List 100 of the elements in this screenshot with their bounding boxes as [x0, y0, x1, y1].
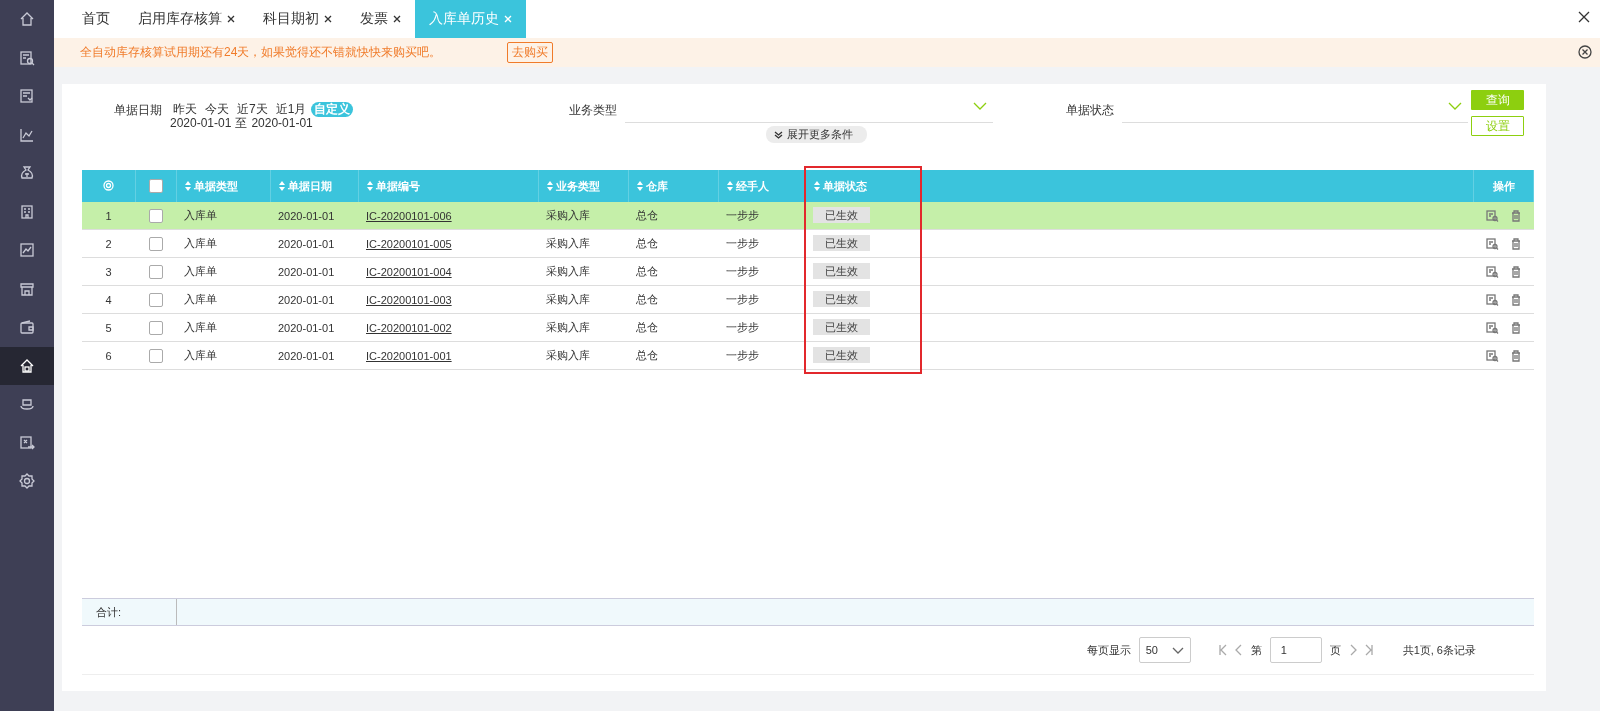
page-input[interactable]: 1	[1269, 637, 1322, 663]
tab[interactable]: 发票	[346, 0, 415, 38]
trash-icon[interactable]	[1511, 349, 1521, 362]
table-cell: 2020-01-01	[278, 321, 335, 334]
table-cell: 采购入库	[546, 293, 590, 305]
table-cell: 2020-01-01	[278, 293, 335, 306]
table-cell: 采购入库	[546, 209, 590, 221]
table-cell: 一步步	[726, 237, 759, 249]
building-icon	[18, 202, 36, 221]
table-cell: 2020-01-01	[278, 237, 335, 250]
row-number: 3	[105, 265, 112, 278]
status-badge: 已生效	[813, 207, 870, 223]
date-option[interactable]: 今天	[202, 102, 232, 117]
table-cell: 入库单	[184, 209, 217, 221]
table-cell: 采购入库	[546, 349, 590, 361]
column-header: 操作	[1492, 178, 1515, 194]
row-checkbox[interactable]	[148, 264, 163, 279]
document-number-link[interactable]: IC-20200101-001	[366, 349, 452, 362]
trial-message: 全自动库存核算试用期还有24天，如果觉得还不错就快快来购买吧。	[80, 44, 442, 61]
chevron-down-icon	[1171, 646, 1184, 654]
sort-icon	[726, 181, 733, 191]
close-icon	[227, 15, 235, 23]
trash-icon[interactable]	[1511, 237, 1521, 250]
settings-icon	[18, 472, 36, 491]
date-range-start: 2020-01-01	[170, 117, 232, 129]
table-cell: 入库单	[184, 265, 217, 277]
settings-icon	[102, 179, 114, 191]
trash-icon[interactable]	[1511, 209, 1521, 222]
table-cell: 采购入库	[546, 237, 590, 249]
trash-icon[interactable]	[1511, 293, 1521, 306]
sort-icon	[366, 181, 373, 191]
expand-conditions-button[interactable]: 展开更多条件	[766, 126, 867, 143]
status-badge: 已生效	[813, 319, 870, 335]
summary-label: 合计:	[96, 604, 122, 620]
table-cell: 一步步	[726, 265, 759, 277]
per-page-select[interactable]: 50	[1138, 637, 1191, 663]
date-option[interactable]: 昨天	[170, 102, 200, 117]
tab[interactable]: 首页	[68, 0, 124, 38]
date-option[interactable]: 近1月	[272, 102, 310, 117]
tab[interactable]: 启用库存核算	[124, 0, 249, 38]
document-search-icon[interactable]	[1486, 209, 1499, 222]
document-search-icon[interactable]	[1486, 237, 1499, 250]
trash-icon[interactable]	[1511, 265, 1521, 278]
per-page-label: 每页显示	[1086, 642, 1131, 658]
field-label: 业务类型	[569, 102, 618, 119]
table-cell: 2020-01-01	[278, 265, 335, 278]
close-icon	[324, 15, 332, 23]
table-cell: 总仓	[636, 293, 658, 305]
row-number: 2	[105, 237, 112, 250]
previous-page-icon[interactable]	[1234, 644, 1243, 656]
document-number-link[interactable]: IC-20200101-005	[366, 237, 452, 250]
close-icon[interactable]	[1578, 11, 1590, 23]
document-search-icon[interactable]	[1486, 349, 1499, 362]
field-label: 单据日期	[114, 102, 162, 119]
close-icon[interactable]	[1578, 45, 1592, 59]
page-prefix: 第	[1250, 642, 1262, 658]
document-search-icon[interactable]	[1486, 321, 1499, 334]
row-checkbox[interactable]	[148, 292, 163, 307]
sidebar-item[interactable]	[0, 346, 54, 385]
table-cell: 2020-01-01	[278, 349, 335, 362]
table-cell: 总仓	[636, 349, 658, 361]
date-option[interactable]: 近7天	[234, 102, 271, 117]
row-number: 6	[105, 349, 112, 362]
document-number-link[interactable]: IC-20200101-002	[366, 321, 452, 334]
table-cell: 入库单	[184, 349, 217, 361]
document-arrow-icon	[18, 433, 36, 452]
row-checkbox[interactable]	[148, 236, 163, 251]
sort-icon	[813, 181, 820, 191]
chevron-down-icon	[774, 130, 783, 139]
document-icon	[18, 87, 36, 106]
chevron-down-icon	[973, 102, 988, 110]
document-search-icon[interactable]	[1486, 293, 1499, 306]
next-page-icon[interactable]	[1348, 644, 1357, 656]
close-icon	[393, 15, 401, 23]
sort-icon	[546, 181, 553, 191]
table-cell: 总仓	[636, 321, 658, 333]
table-cell: 总仓	[636, 237, 658, 249]
tab[interactable]: 科目期初	[249, 0, 346, 38]
close-icon	[504, 15, 512, 23]
table-cell: 2020-01-01	[278, 209, 335, 222]
field-label: 单据状态	[1066, 102, 1115, 119]
trash-icon[interactable]	[1511, 321, 1521, 334]
chevron-down-icon	[1448, 102, 1463, 110]
home-icon	[18, 10, 36, 29]
document-number-link[interactable]: IC-20200101-004	[366, 265, 452, 278]
table-cell: 入库单	[184, 321, 217, 333]
last-page-icon[interactable]	[1364, 644, 1373, 656]
table-cell: 采购入库	[546, 265, 590, 277]
row-checkbox[interactable]	[148, 208, 163, 223]
row-number: 5	[105, 321, 112, 334]
page-total: 共1页, 6条记录	[1402, 642, 1476, 658]
first-page-icon[interactable]	[1218, 644, 1227, 656]
row-checkbox[interactable]	[148, 348, 163, 363]
row-checkbox[interactable]	[148, 320, 163, 335]
document-number-link[interactable]: IC-20200101-003	[366, 293, 452, 306]
select-all-checkbox[interactable]	[148, 179, 163, 194]
table-cell: 入库单	[184, 293, 217, 305]
table-cell: 采购入库	[546, 321, 590, 333]
document-search-icon[interactable]	[1486, 265, 1499, 278]
table-cell: 一步步	[726, 349, 759, 361]
